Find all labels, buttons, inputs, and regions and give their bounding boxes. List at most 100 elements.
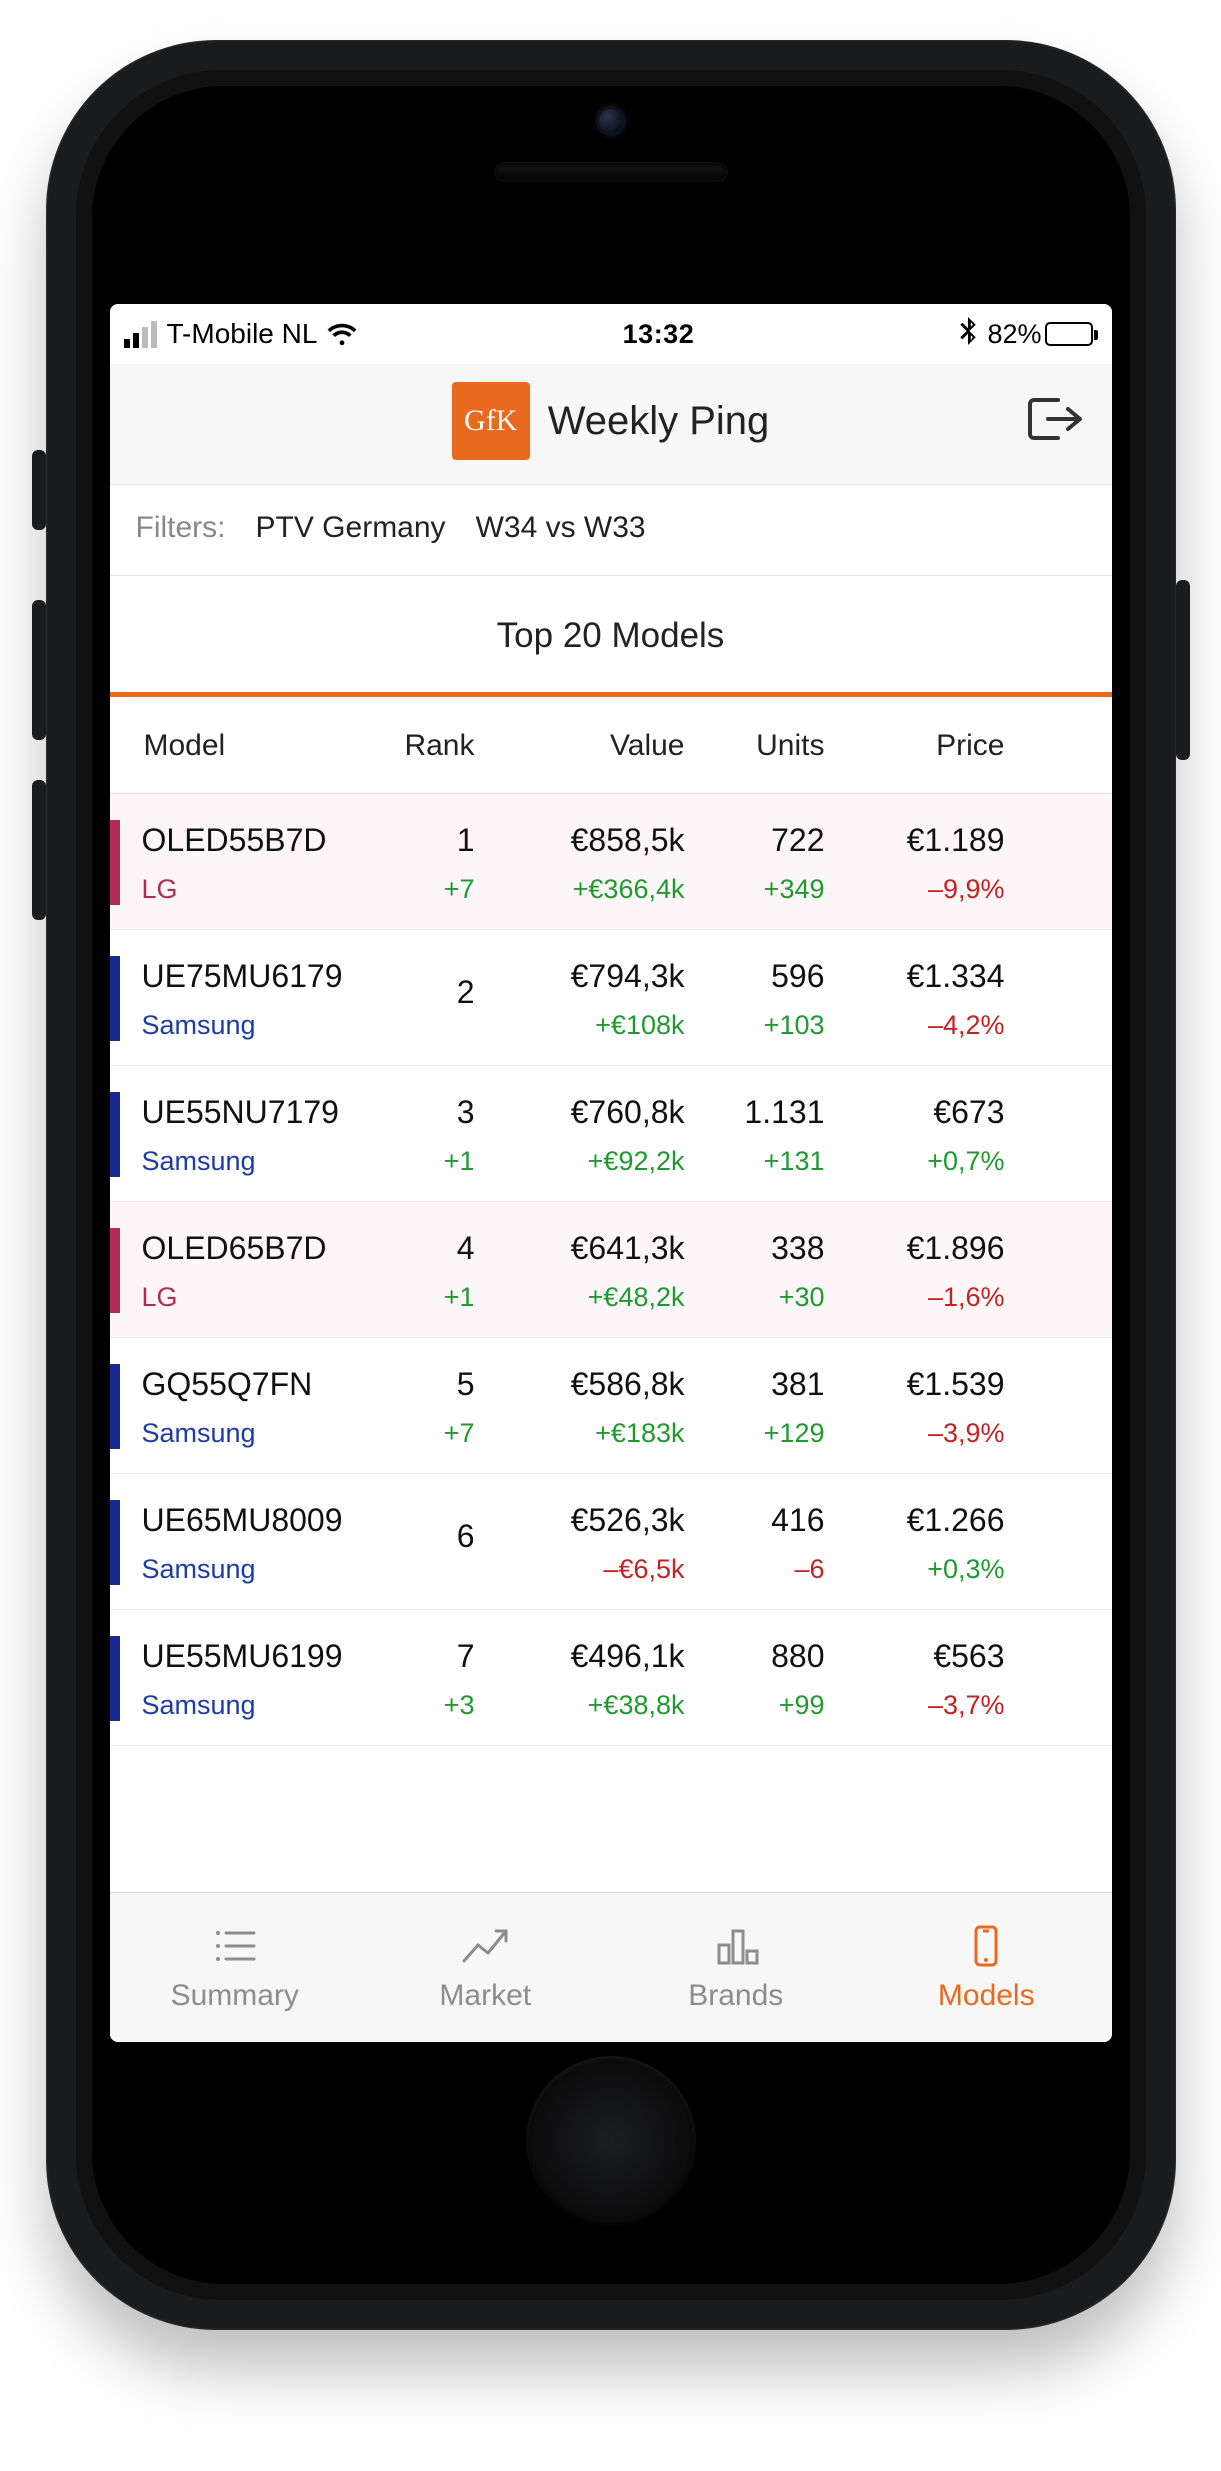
earpiece-speaker (496, 164, 726, 180)
value-delta: +€108k (595, 1010, 684, 1041)
table-row[interactable]: UE75MU6179Samsung2€794,3k+€108k596+103€1… (110, 930, 1112, 1066)
tab-models[interactable]: Models (861, 1893, 1112, 2042)
table-row[interactable]: GQ55Q7FN Samsung5+7 €586,8k +€183k 381 +129€1… (110, 1338, 1112, 1474)
cell-price: €1.896–1,6% (825, 1228, 1005, 1313)
price-delta: +0,7% (927, 1146, 1004, 1177)
value-amount: €586,8k (571, 1364, 685, 1404)
col-price: Price (825, 729, 1005, 763)
volume-down-button (32, 780, 46, 920)
top-hardware (401, 164, 821, 180)
trend-icon (460, 1923, 510, 1969)
home-button (526, 2056, 696, 2226)
status-bar: T-Mobile NL 13:32 82% (110, 304, 1112, 364)
cell-units: 722+349 (685, 820, 825, 905)
value-delta: +€38,8k (588, 1690, 685, 1721)
cell-units: 596+103 (685, 956, 825, 1041)
cell-price: €1.334–4,2% (825, 956, 1005, 1041)
signal-bars-icon (124, 321, 157, 348)
model-name: UE55MU6199 (142, 1636, 375, 1676)
price-amount: €1.334 (907, 956, 1005, 996)
rank-delta: +1 (444, 1282, 475, 1313)
rank-value: 2 (457, 972, 475, 1012)
value-delta: +€92,2k (588, 1146, 685, 1177)
cell-price: €1.189–9,9% (825, 820, 1005, 905)
cell-value: €526,3k–€6,5k (485, 1500, 685, 1585)
table-row[interactable]: UE65MU8009Samsung6€526,3k–€6,5k416–6€1.2… (110, 1474, 1112, 1610)
mute-switch (32, 450, 46, 530)
tab-label: Market (439, 1979, 531, 2013)
model-name: UE75MU6179 (142, 956, 375, 996)
col-rank: Rank (375, 729, 485, 763)
price-amount: €1.266 (907, 1500, 1005, 1540)
rank-value: 6 (457, 1516, 475, 1556)
value-amount: €496,1k (571, 1636, 685, 1676)
filters-label: Filters: (136, 511, 226, 545)
tab-label: Summary (171, 1979, 299, 2013)
brand-name: Samsung (142, 1554, 375, 1585)
rank-delta: +3 (444, 1690, 475, 1721)
tab-brands[interactable]: Brands (611, 1893, 862, 2042)
cell-model: UE55MU6199 Samsung (120, 1636, 375, 1721)
cell-model: GQ55Q7FN Samsung (120, 1364, 375, 1449)
units-amount: 596 (771, 956, 824, 996)
units-amount: 338 (771, 1228, 824, 1268)
units-amount: 381 (771, 1364, 824, 1404)
list-icon (210, 1923, 260, 1969)
value-delta: +€183k (595, 1418, 684, 1449)
rank-value: 4 (457, 1228, 475, 1268)
model-name: GQ55Q7FN (142, 1364, 375, 1404)
tab-label: Models (938, 1979, 1035, 2013)
units-delta: +30 (779, 1282, 825, 1313)
filter-period: W34 vs W33 (476, 511, 646, 545)
units-delta: +129 (764, 1418, 825, 1449)
cell-rank: 5+7 (375, 1364, 485, 1449)
brand-accent (110, 1636, 120, 1721)
tab-bar: Summary Market (110, 1892, 1112, 2042)
cell-price: €673 +0,7% (825, 1092, 1005, 1177)
table-row[interactable]: UE55NU7179Samsung3+1€760,8k+€92,2k1.131+… (110, 1066, 1112, 1202)
cell-value: €641,3k +€48,2k (485, 1228, 685, 1313)
filter-product: PTV Germany (256, 511, 446, 545)
units-amount: 722 (771, 820, 824, 860)
value-delta: +€48,2k (588, 1282, 685, 1313)
table-row[interactable]: OLED55B7DLG1+7€858,5k+€366,4k722+349€1.1… (110, 794, 1112, 930)
cell-rank: 1+7 (375, 820, 485, 905)
cell-price: €563–3,7% (825, 1636, 1005, 1721)
value-amount: €526,3k (571, 1500, 685, 1540)
power-button (1176, 580, 1190, 760)
table-row[interactable]: UE55MU6199Samsung7+3€496,1k+€38,8k880+99… (110, 1610, 1112, 1746)
exit-button[interactable] (1024, 394, 1082, 449)
cell-price: €1.539–3,9% (825, 1364, 1005, 1449)
value-amount: €641,3k (571, 1228, 685, 1268)
brand-name: Samsung (142, 1146, 375, 1177)
cell-model: UE55NU7179Samsung (120, 1092, 375, 1177)
filters-row[interactable]: Filters: PTV Germany W34 vs W33 (110, 485, 1112, 576)
value-amount: €760,8k (571, 1092, 685, 1132)
phone-icon (961, 1923, 1011, 1969)
tab-summary[interactable]: Summary (110, 1893, 361, 2042)
rank-delta: +7 (444, 874, 475, 905)
price-delta: –3,7% (928, 1690, 1005, 1721)
cell-value: €794,3k+€108k (485, 956, 685, 1041)
battery-percent: 82% (987, 319, 1041, 350)
units-delta: +131 (764, 1146, 825, 1177)
cell-model: UE65MU8009Samsung (120, 1500, 375, 1585)
cell-model: OLED65B7DLG (120, 1228, 375, 1313)
brand-name: Samsung (142, 1690, 375, 1721)
app-title: Weekly Ping (548, 399, 770, 444)
phone-frame: T-Mobile NL 13:32 82% (46, 40, 1176, 2330)
price-amount: €673 (933, 1092, 1004, 1132)
rank-value: 5 (457, 1364, 475, 1404)
price-delta: –9,9% (928, 874, 1005, 905)
brand-name: Samsung (142, 1418, 375, 1449)
cell-price: €1.266+0,3% (825, 1500, 1005, 1585)
carrier-label: T-Mobile NL (167, 318, 318, 350)
app-screen: T-Mobile NL 13:32 82% (110, 304, 1112, 2042)
tab-market[interactable]: Market (360, 1893, 611, 2042)
table-row[interactable]: OLED65B7DLG4+1€641,3k+€48,2k338+30€1.896… (110, 1202, 1112, 1338)
table-header: Model Rank Value Units Price (110, 697, 1112, 794)
brand-name: LG (142, 1282, 375, 1313)
cell-units: 880+99 (685, 1636, 825, 1721)
price-amount: €1.896 (907, 1228, 1005, 1268)
tab-label: Brands (688, 1979, 783, 2013)
